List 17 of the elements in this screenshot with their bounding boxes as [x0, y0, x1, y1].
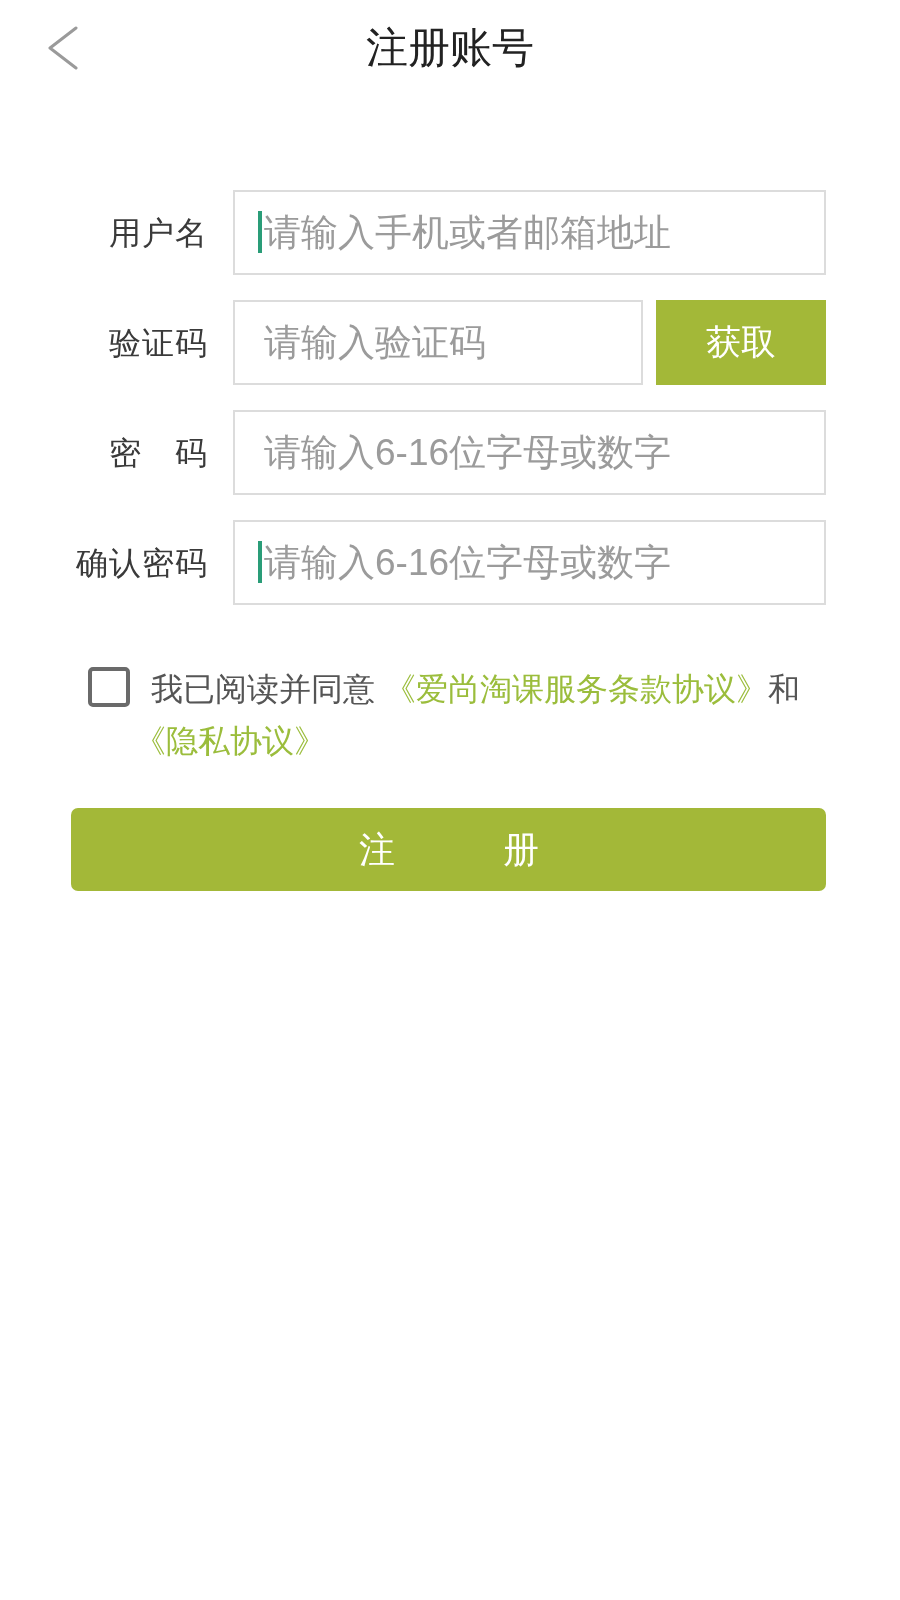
back-button[interactable] [48, 26, 78, 70]
register-button[interactable]: 注 册 [71, 808, 826, 891]
input-field[interactable]: 请输入6-16位字母或数字 [233, 410, 826, 495]
page-title: 注册账号 [366, 27, 534, 69]
agreement-link[interactable]: 《隐私协议》 [134, 723, 326, 759]
input-field[interactable]: 请输入6-16位字母或数字 [233, 520, 826, 605]
field-label: 密 码 [109, 433, 208, 473]
input-field[interactable]: 请输入验证码 [233, 300, 643, 385]
field-label: 用户名 [109, 213, 208, 253]
field-label: 确认密码 [76, 543, 208, 583]
chevron-left-icon [48, 26, 78, 70]
input-field[interactable]: 请输入手机或者邮箱地址 [233, 190, 826, 275]
agreement-checkbox[interactable] [88, 667, 130, 707]
get-code-button[interactable]: 获取 [656, 300, 826, 385]
agreement-link[interactable]: 《爱尚淘课服务条款协议》 [383, 671, 768, 707]
agreement-text: 我已阅读并同意 《爱尚淘课服务条款协议》和 《隐私协议》 [134, 670, 801, 761]
field-label: 验证码 [109, 323, 208, 363]
